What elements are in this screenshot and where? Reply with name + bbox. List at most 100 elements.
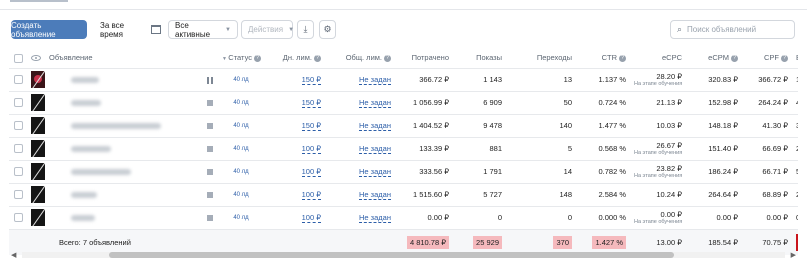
ad-status[interactable] [179, 183, 217, 207]
status-filter-select[interactable]: Все активные ▼ [168, 20, 238, 39]
table-row[interactable]: 40 лд 100 ₽ Не задан 1 515.60 ₽5 727 148 2.58… [9, 183, 798, 207]
pause-icon[interactable] [207, 76, 213, 84]
ad-name-redacted[interactable] [67, 183, 179, 207]
col-cpf[interactable]: CPF? [742, 48, 792, 69]
ad-name-redacted[interactable] [67, 137, 179, 161]
daily-limit[interactable]: 150 ₽ [265, 91, 325, 115]
total-limit[interactable]: Не задан [325, 206, 395, 230]
scroll-thumb[interactable] [109, 252, 674, 258]
table-row[interactable]: 40 лд 150 ₽ Не задан 366.72 ₽1 143 13 1.137 %… [9, 68, 798, 92]
ad-status[interactable] [179, 206, 217, 230]
help-icon[interactable]: ? [781, 54, 788, 62]
stop-icon[interactable] [207, 146, 213, 153]
stop-icon[interactable] [207, 215, 213, 222]
help-icon[interactable]: ? [619, 54, 626, 62]
row-checkbox[interactable] [9, 160, 27, 184]
table-row[interactable]: 40 лд 100 ₽ Не задан 333.56 ₽1 791 14 0.782 %… [9, 160, 798, 184]
joins: 0 [792, 206, 798, 230]
total-limit[interactable]: Не задан [325, 114, 395, 138]
ad-name-redacted[interactable] [67, 114, 179, 138]
scroll-left-icon[interactable]: ◀ [11, 251, 16, 259]
scroll-right-icon[interactable]: ▶ [791, 251, 796, 259]
total-limit[interactable]: Не задан [325, 183, 395, 207]
ad-thumbnail[interactable] [27, 183, 45, 207]
create-ad-button[interactable]: Создать объявление [11, 20, 87, 39]
download-button[interactable]: ⤓ [297, 20, 314, 39]
ad-name-redacted[interactable] [67, 206, 179, 230]
ecpm: 320.83 ₽ [686, 68, 742, 92]
col-spent[interactable]: Потрачено [395, 48, 453, 69]
col-clicks[interactable]: Переходы [506, 48, 576, 69]
ad-name-redacted[interactable] [67, 91, 179, 115]
daily-limit[interactable]: 100 ₽ [265, 206, 325, 230]
clicks: 13 [506, 68, 576, 92]
row-checkbox[interactable] [9, 206, 27, 230]
row-checkbox[interactable] [9, 91, 27, 115]
total-limit[interactable]: Не задан [325, 68, 395, 92]
search-input[interactable] [687, 25, 788, 34]
period-button[interactable]: За все время [97, 20, 161, 39]
help-icon[interactable]: ? [254, 54, 261, 62]
ad-status[interactable] [179, 68, 217, 92]
table-row[interactable]: 40 лд 150 ₽ Не задан 1 056.99 ₽6 909 50 0.724… [9, 91, 798, 115]
col-status[interactable]: ▼ Статус? [179, 48, 265, 69]
ad-name-redacted[interactable] [67, 160, 179, 184]
ad-thumbnail[interactable] [27, 160, 45, 184]
horizontal-scrollbar[interactable]: ◀ ▶ [9, 250, 798, 260]
table-row[interactable]: 40 лд 150 ₽ Не задан 1 404.52 ₽9 478 140 1.47… [9, 114, 798, 138]
top-tab-bar [0, 0, 807, 10]
col-ctr[interactable]: CTR? [576, 48, 630, 69]
row-checkbox[interactable] [9, 68, 27, 92]
download-icon: ⤓ [303, 24, 308, 34]
daily-limit[interactable]: 100 ₽ [265, 160, 325, 184]
select-all-checkbox[interactable] [9, 48, 27, 69]
table-row[interactable]: 40 лд 100 ₽ Не задан 0.00 ₽0 0 0.000 % 0.00 ₽ Н… [9, 206, 798, 230]
ad-thumbnail[interactable] [27, 68, 45, 92]
clicks: 14 [506, 160, 576, 184]
actions-select[interactable]: Действия ▼ [241, 20, 294, 39]
ad-status[interactable] [179, 91, 217, 115]
row-checkbox[interactable] [9, 114, 27, 138]
help-icon[interactable]: ? [731, 54, 738, 62]
actions-label: Действия [248, 25, 284, 34]
col-ecpc[interactable]: eCPC [630, 48, 686, 69]
stop-icon[interactable] [207, 100, 213, 107]
daily-limit[interactable]: 150 ₽ [265, 114, 325, 138]
ad-thumbnail[interactable] [27, 91, 45, 115]
daily-limit[interactable]: 100 ₽ [265, 183, 325, 207]
total-limit[interactable]: Не задан [325, 137, 395, 161]
clicks: 148 [506, 183, 576, 207]
col-daily-limit[interactable]: Дн. лим.? [265, 48, 325, 69]
col-total-limit[interactable]: Общ. лим.? [325, 48, 395, 69]
total-limit[interactable]: Не задан [325, 91, 395, 115]
row-checkbox[interactable] [9, 183, 27, 207]
chevron-down-icon: ▼ [225, 26, 231, 33]
daily-limit[interactable]: 150 ₽ [265, 68, 325, 92]
impressions: 881 [453, 137, 506, 161]
stop-icon[interactable] [207, 169, 213, 176]
stop-icon[interactable] [207, 123, 213, 130]
col-ad[interactable]: Объявление [45, 48, 179, 69]
total-limit[interactable]: Не задан [325, 160, 395, 184]
ad-status[interactable] [179, 137, 217, 161]
table-row[interactable]: 40 лд 100 ₽ Не задан 133.39 ₽881 5 0.568 % 26.… [9, 137, 798, 161]
col-ecpm[interactable]: eCPM? [686, 48, 742, 69]
help-icon[interactable]: ? [384, 54, 391, 62]
daily-limit[interactable]: 100 ₽ [265, 137, 325, 161]
settings-button[interactable]: ⚙ [319, 20, 336, 39]
ad-status[interactable] [179, 160, 217, 184]
clicks: 140 [506, 114, 576, 138]
col-joins[interactable]: Вступления? [792, 48, 798, 69]
col-impressions[interactable]: Показы [453, 48, 506, 69]
row-checkbox[interactable] [9, 137, 27, 161]
ad-thumbnail[interactable] [27, 137, 45, 161]
ad-status[interactable] [179, 114, 217, 138]
visibility-header [27, 48, 45, 69]
spent: 0.00 ₽ [395, 206, 453, 230]
ad-thumbnail[interactable] [27, 114, 45, 138]
ad-thumbnail[interactable] [27, 206, 45, 230]
help-icon[interactable]: ? [314, 54, 321, 62]
ad-name-redacted[interactable] [67, 68, 179, 92]
stop-icon[interactable] [207, 192, 213, 199]
impressions: 1 791 [453, 160, 506, 184]
